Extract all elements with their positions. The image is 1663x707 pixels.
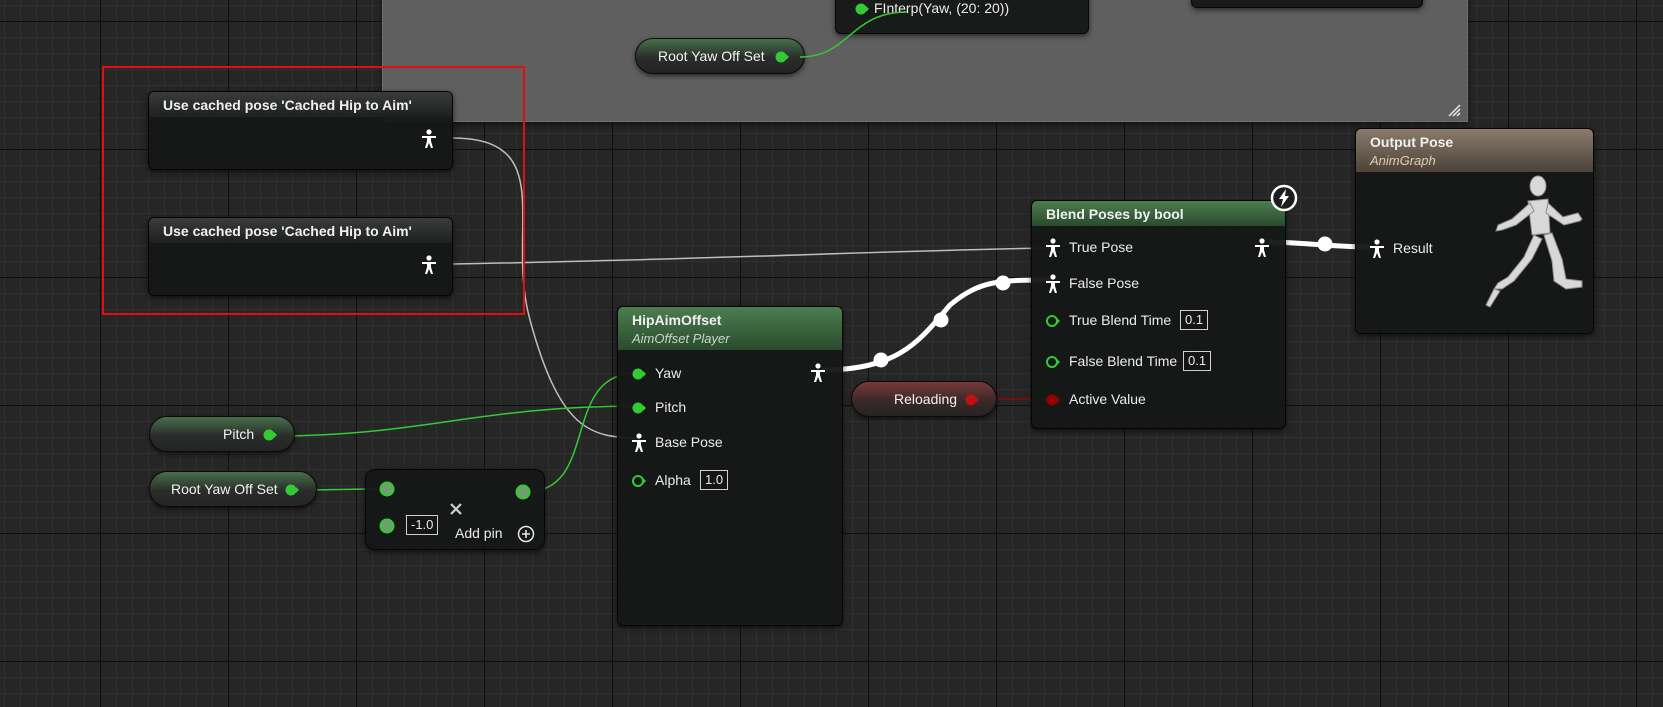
root-yaw-variable-label: Root Yaw Off Set: [171, 481, 278, 497]
person-pose-icon[interactable]: [1254, 238, 1270, 258]
wire-pitch-to-pitch: [274, 405, 638, 437]
pitch-variable-node[interactable]: Pitch: [149, 416, 295, 452]
false-blend-time-label: False Blend Time: [1069, 353, 1178, 369]
float-input-pin[interactable]: [1045, 355, 1061, 369]
result-pin-label: Result: [1393, 240, 1433, 256]
blend-poses-title: Blend Poses by bool: [1032, 201, 1285, 226]
float-output-pin[interactable]: [515, 484, 531, 500]
true-blend-time-label: True Blend Time: [1069, 312, 1172, 328]
pitch-pin-label: Pitch: [655, 399, 687, 415]
base-pose-pin-label: Base Pose: [655, 434, 723, 450]
bool-output-pin[interactable]: [964, 393, 980, 407]
hip-aim-offset-node[interactable]: HipAimOffset AimOffset Player Yaw Pitch …: [617, 306, 843, 626]
float-input-pin[interactable]: [631, 367, 647, 381]
person-pose-icon[interactable]: [421, 255, 437, 275]
person-pose-icon[interactable]: [631, 433, 647, 453]
wire-bead: [1317, 236, 1333, 252]
blend-poses-by-bool-node[interactable]: Blend Poses by bool True Pose False Pose…: [1031, 200, 1286, 429]
cached-pose-node-2-title: Use cached pose 'Cached Hip to Aim': [149, 218, 452, 243]
wire-bead: [995, 275, 1011, 291]
person-pose-icon[interactable]: [1045, 238, 1061, 258]
float-input-pin[interactable]: [379, 518, 395, 534]
float-input-pin[interactable]: [379, 481, 395, 497]
person-pose-icon[interactable]: [1369, 239, 1385, 259]
wire-cached-pose-2-to-true-pose: [451, 247, 1053, 265]
wire-root-yaw-to-finterp: [799, 11, 908, 58]
wire-bead: [873, 352, 889, 368]
root-yaw-variable-node[interactable]: Root Yaw Off Set: [149, 471, 317, 507]
float-output-pin[interactable]: [284, 483, 300, 497]
close-icon[interactable]: [449, 502, 463, 516]
pitch-variable-label: Pitch: [223, 426, 255, 442]
person-pose-icon[interactable]: [1045, 274, 1061, 294]
alpha-pin-label: Alpha: [655, 472, 691, 488]
float-input-pin[interactable]: [631, 474, 647, 488]
hip-aim-offset-subtitle: AimOffset Player: [632, 331, 730, 346]
wire-bead: [933, 312, 949, 328]
float-input-pin[interactable]: [1045, 314, 1061, 328]
running-mannequin-icon: [1485, 175, 1583, 308]
add-pin-label[interactable]: Add pin: [455, 525, 502, 541]
float-input-pin[interactable]: [631, 401, 647, 415]
false-blend-time-field[interactable]: 0.1: [1183, 351, 1212, 371]
cached-pose-node-2[interactable]: Use cached pose 'Cached Hip to Aim': [148, 217, 453, 296]
yaw-pin-label: Yaw: [655, 365, 682, 381]
cached-pose-node-1[interactable]: Use cached pose 'Cached Hip to Aim': [148, 91, 453, 170]
true-blend-time-field[interactable]: 0.1: [1180, 310, 1209, 330]
output-pose-title: Output Pose: [1370, 134, 1454, 150]
output-pose-subtitle: AnimGraph: [1370, 153, 1436, 168]
hip-aim-offset-header: HipAimOffset AimOffset Player: [618, 307, 842, 350]
reloading-variable-label: Reloading: [894, 391, 958, 407]
multiply-node[interactable]: -1.0 Add pin: [365, 469, 545, 550]
alpha-value-field[interactable]: 1.0: [700, 470, 729, 490]
output-pose-header: Output Pose AnimGraph: [1356, 129, 1593, 172]
reloading-variable-node[interactable]: Reloading: [851, 381, 997, 417]
person-pose-icon[interactable]: [810, 363, 826, 383]
cached-pose-node-1-title: Use cached pose 'Cached Hip to Aim': [149, 92, 452, 117]
lightning-icon: [1270, 184, 1298, 212]
float-output-pin[interactable]: [262, 428, 278, 442]
hip-aim-offset-title: HipAimOffset: [632, 312, 722, 328]
false-pose-pin-label: False Pose: [1069, 275, 1140, 291]
multiply-value-field[interactable]: -1.0: [406, 515, 439, 535]
add-circle-icon[interactable]: [517, 525, 535, 543]
true-pose-pin-label: True Pose: [1069, 239, 1134, 255]
bool-input-pin[interactable]: [1045, 393, 1061, 407]
output-pose-node[interactable]: Output Pose AnimGraph Result: [1355, 128, 1594, 334]
person-pose-icon[interactable]: [421, 129, 437, 149]
active-value-label: Active Value: [1069, 391, 1146, 407]
